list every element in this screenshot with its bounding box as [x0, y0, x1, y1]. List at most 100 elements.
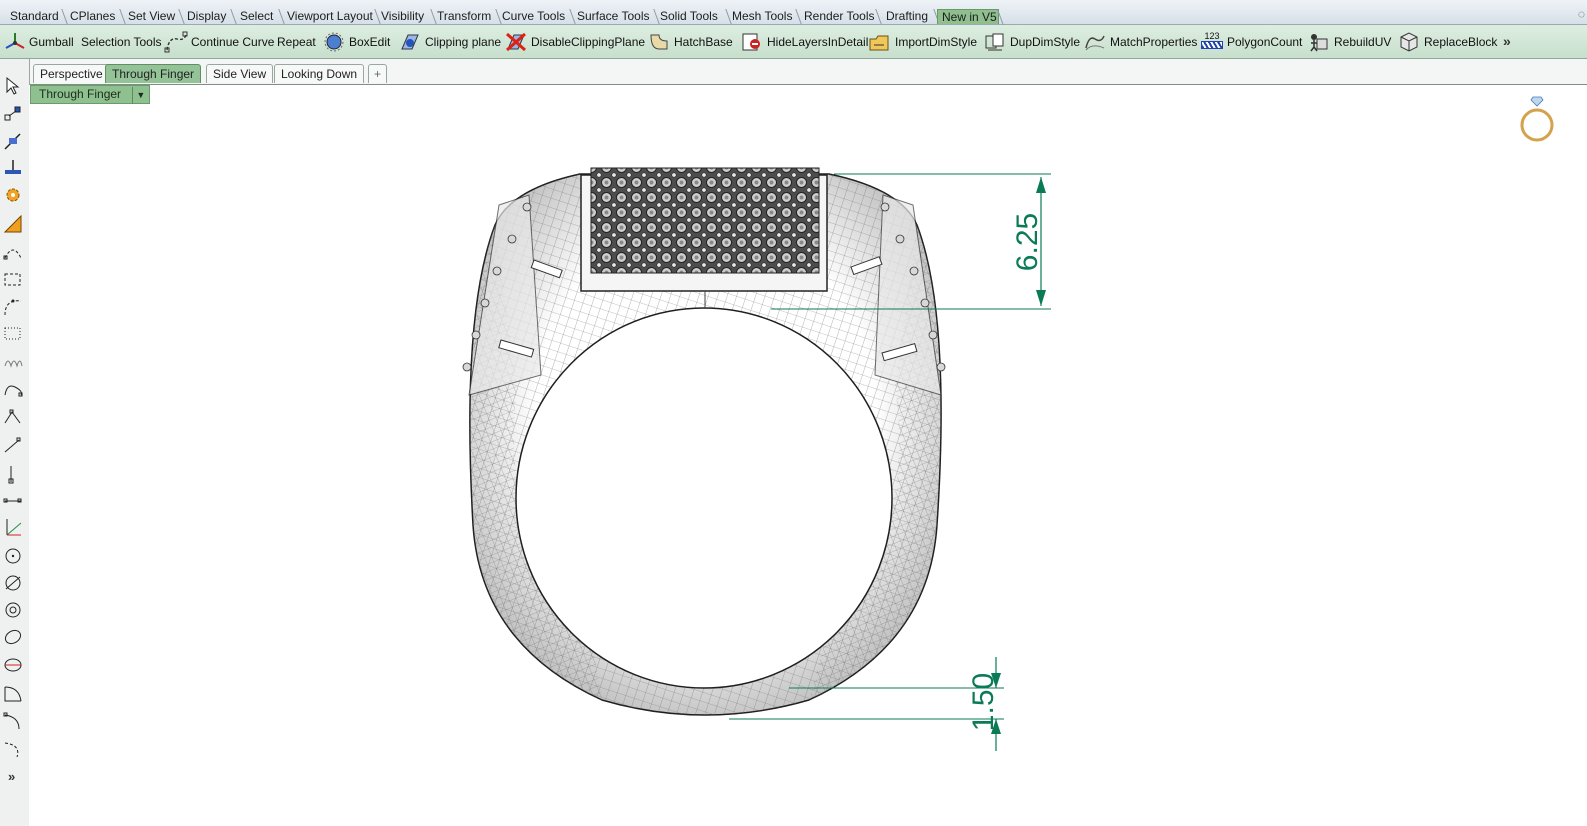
viewport-through-finger[interactable]: 6.25 1.50 Through Finger ▼	[29, 85, 1587, 826]
dimension-value-bottom: 1.50	[967, 673, 1000, 731]
disable-clipping-plane-icon	[506, 32, 526, 51]
disable-clipping-plane-label: DisableClippingPlane	[531, 34, 646, 49]
tab-transform[interactable]: Transform	[433, 9, 496, 24]
toolbar-tabs-overflow-icon[interactable]: ◌	[1578, 7, 1585, 21]
repeat-label: Repeat	[277, 34, 316, 49]
left-toolbar-more-icon[interactable]: »	[8, 769, 15, 784]
replace-block-icon	[1400, 31, 1418, 52]
polygon-count-icon: 123	[1200, 32, 1224, 51]
more-commands-icon[interactable]: »	[1503, 33, 1511, 49]
polygon-count-button[interactable]: 123 PolygonCount	[1200, 25, 1302, 58]
viewport-tab-through-finger[interactable]: Through Finger	[105, 64, 202, 83]
import-dimstyle-button[interactable]: ImportDimStyle	[868, 25, 977, 58]
arc-tool-icon[interactable]	[3, 297, 23, 317]
tab-surface-tools[interactable]: Surface Tools	[573, 9, 654, 24]
tab-solid-tools[interactable]: Solid Tools	[656, 9, 726, 24]
vertical-line-icon[interactable]	[3, 464, 23, 484]
tab-mesh-tools[interactable]: Mesh Tools	[728, 9, 796, 24]
import-dimstyle-icon	[869, 35, 889, 50]
hatchbase-button[interactable]: HatchBase	[647, 25, 733, 58]
selection-tools-label: Selection Tools	[81, 34, 162, 49]
rebuild-uv-button[interactable]: RebuildUV	[1307, 25, 1391, 58]
dimension-value-top: 6.25	[1011, 213, 1044, 271]
helix-tool-icon[interactable]	[3, 352, 23, 372]
tab-viewport-layout[interactable]: Viewport Layout	[283, 9, 375, 24]
circle-3pt-icon[interactable]	[3, 600, 23, 620]
tab-drafting[interactable]: Drafting	[882, 9, 934, 24]
boxedit-label: BoxEdit	[349, 34, 391, 49]
arc-center-icon[interactable]	[3, 683, 23, 703]
disable-clipping-plane-button[interactable]: DisableClippingPlane	[504, 25, 645, 58]
tab-curve-tools[interactable]: Curve Tools	[498, 9, 570, 24]
tab-visibility[interactable]: Visibility	[377, 9, 431, 24]
add-viewport-tab-button[interactable]: +	[368, 64, 388, 83]
boxedit-icon	[324, 32, 344, 51]
gumball-button[interactable]: Gumball	[4, 25, 74, 58]
boxedit-button[interactable]: BoxEdit	[322, 25, 390, 58]
rebuild-uv-label: RebuildUV	[1334, 34, 1392, 49]
gear-icon[interactable]	[3, 185, 23, 205]
hide-layers-in-detail-label: HideLayersInDetail	[767, 34, 869, 49]
viewport-canvas[interactable]: 6.25 1.50	[29, 85, 1587, 826]
gumball-label: Gumball	[29, 34, 74, 49]
viewport-title-label[interactable]: Through Finger ▼	[30, 85, 151, 104]
ellipse-center-icon[interactable]	[3, 655, 23, 675]
clipping-plane-button[interactable]: Clipping plane	[398, 25, 501, 58]
dotted-rect-icon[interactable]	[3, 324, 23, 344]
angle-tool-icon[interactable]	[3, 517, 23, 537]
ring-icon[interactable]	[1520, 96, 1554, 142]
freeform-curve-icon[interactable]	[3, 379, 23, 399]
ellipse-tool-icon[interactable]	[3, 627, 23, 647]
repeat-button[interactable]: Repeat	[277, 25, 316, 58]
continue-curve-label: Continue Curve	[191, 34, 275, 49]
viewport-tab-perspective[interactable]: Perspective	[33, 64, 110, 83]
replace-block-label: ReplaceBlock	[1424, 34, 1498, 49]
line-segment-icon[interactable]	[3, 436, 23, 456]
hatchbase-label: HatchBase	[674, 34, 733, 49]
viewport-title-text: Through Finger	[39, 87, 122, 101]
rectangle-tool-icon[interactable]	[3, 269, 23, 289]
match-properties-icon	[1085, 35, 1105, 50]
tab-set-view[interactable]: Set View	[124, 9, 179, 24]
viewport-tab-looking-down[interactable]: Looking Down	[274, 64, 365, 83]
viewport-menu-dropdown-icon[interactable]: ▼	[132, 87, 145, 104]
horizontal-line-icon[interactable]	[3, 491, 23, 511]
viewport-tab-bar: Perspective Through Finger Side View Loo…	[29, 59, 1587, 85]
gumball-icon	[5, 32, 25, 49]
continue-curve-button[interactable]: Continue Curve	[164, 25, 274, 58]
toolbar-tab-strip: Standard CPlanes Set View Display Select…	[0, 0, 1587, 25]
select-arrow-icon[interactable]	[3, 76, 23, 96]
polyline-tool-icon[interactable]	[3, 158, 23, 178]
tab-select[interactable]: Select	[236, 9, 279, 24]
arc-tangent-icon[interactable]	[3, 739, 23, 759]
match-properties-label: MatchProperties	[1110, 34, 1198, 49]
tab-display[interactable]: Display	[183, 9, 231, 24]
selection-tools-button[interactable]: Selection Tools	[81, 25, 162, 58]
dimension-tool-icon[interactable]	[3, 214, 23, 234]
tab-standard[interactable]: Standard	[6, 9, 62, 24]
ring-model[interactable]	[462, 167, 946, 716]
replace-block-button[interactable]: ReplaceBlock	[1397, 25, 1497, 58]
continue-curve-icon	[164, 31, 188, 52]
dup-dimstyle-button[interactable]: DupDimStyle	[983, 25, 1080, 58]
command-toolbar: Gumball Selection Tools Continue Curve R…	[0, 25, 1587, 59]
circle-tool-icon[interactable]	[3, 546, 23, 566]
hatchbase-icon	[650, 34, 668, 49]
curve-tool-icon[interactable]	[3, 242, 23, 262]
clipping-plane-label: Clipping plane	[425, 34, 502, 49]
match-properties-button[interactable]: MatchProperties	[1083, 25, 1197, 58]
polygon-count-icon-digits: 123	[1204, 31, 1220, 41]
arc-3pt-icon[interactable]	[3, 711, 23, 731]
hide-layers-icon	[742, 33, 760, 50]
tab-cplanes[interactable]: CPlanes	[66, 9, 120, 24]
point-tool-icon[interactable]	[3, 104, 23, 124]
tab-render-tools[interactable]: Render Tools	[800, 9, 876, 24]
left-toolbar: »	[0, 59, 30, 826]
import-dimstyle-label: ImportDimStyle	[895, 34, 978, 49]
circle-diameter-icon[interactable]	[3, 573, 23, 593]
tab-new-in-v5[interactable]: New in V5	[937, 9, 999, 24]
hide-layers-in-detail-button[interactable]: HideLayersInDetail	[740, 25, 868, 58]
polygon-tool-icon[interactable]	[3, 409, 23, 429]
line-tool-icon[interactable]	[3, 131, 23, 151]
viewport-tab-side-view[interactable]: Side View	[206, 64, 274, 83]
